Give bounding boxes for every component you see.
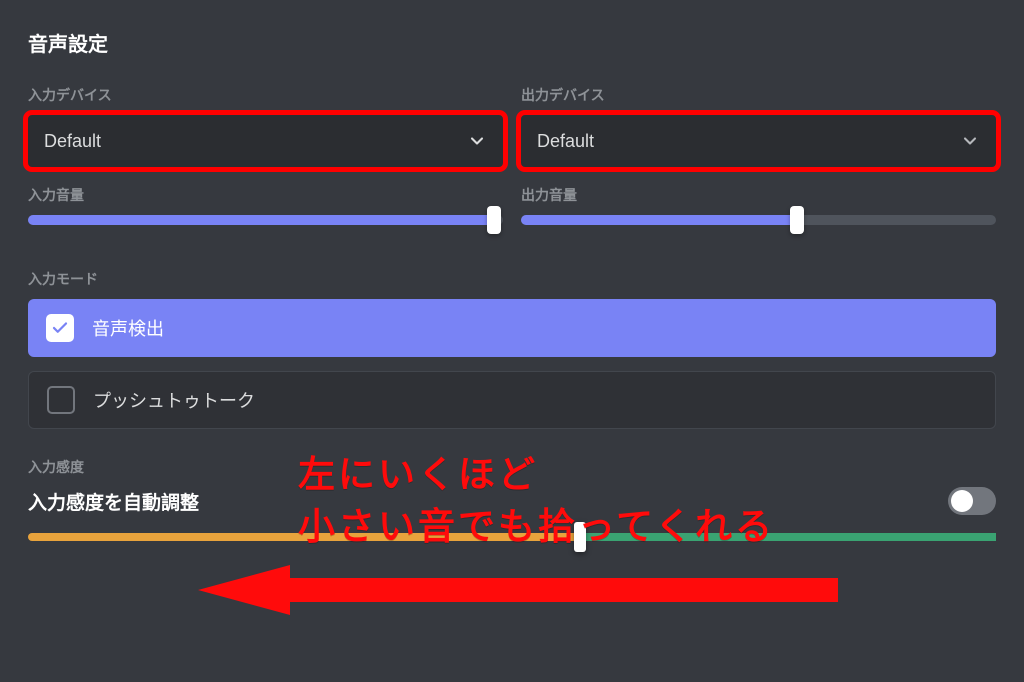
page-title: 音声設定: [28, 28, 996, 57]
toggle-knob: [951, 490, 973, 512]
annotation-arrow-icon: [198, 565, 838, 615]
checkbox-checked-icon: [46, 314, 74, 342]
output-device-label: 出力デバイス: [521, 85, 996, 105]
input-volume-slider[interactable]: [28, 215, 503, 225]
push-to-talk-label: プッシュトゥトーク: [93, 387, 255, 413]
output-volume-label: 出力音量: [521, 185, 996, 205]
output-volume-slider[interactable]: [521, 215, 996, 225]
slider-thumb[interactable]: [790, 206, 804, 234]
voice-activity-option[interactable]: 音声検出: [28, 299, 996, 357]
input-mode-label: 入力モード: [28, 269, 996, 289]
input-device-select[interactable]: Default: [28, 115, 503, 167]
push-to-talk-option[interactable]: プッシュトゥトーク: [28, 371, 996, 429]
slider-thumb[interactable]: [487, 206, 501, 234]
output-device-select[interactable]: Default: [521, 115, 996, 167]
input-sensitivity-slider[interactable]: [28, 533, 996, 541]
input-device-value: Default: [44, 131, 101, 152]
input-volume-label: 入力音量: [28, 185, 503, 205]
checkbox-unchecked-icon: [47, 386, 75, 414]
voice-activity-label: 音声検出: [92, 315, 164, 341]
slider-thumb[interactable]: [574, 522, 586, 552]
input-device-label: 入力デバイス: [28, 85, 503, 105]
input-sensitivity-label: 入力感度: [28, 457, 996, 477]
output-device-value: Default: [537, 131, 594, 152]
auto-sensitivity-toggle[interactable]: [948, 487, 996, 515]
chevron-down-icon: [960, 131, 980, 151]
chevron-down-icon: [467, 131, 487, 151]
auto-sensitivity-label: 入力感度を自動調整: [28, 488, 199, 515]
